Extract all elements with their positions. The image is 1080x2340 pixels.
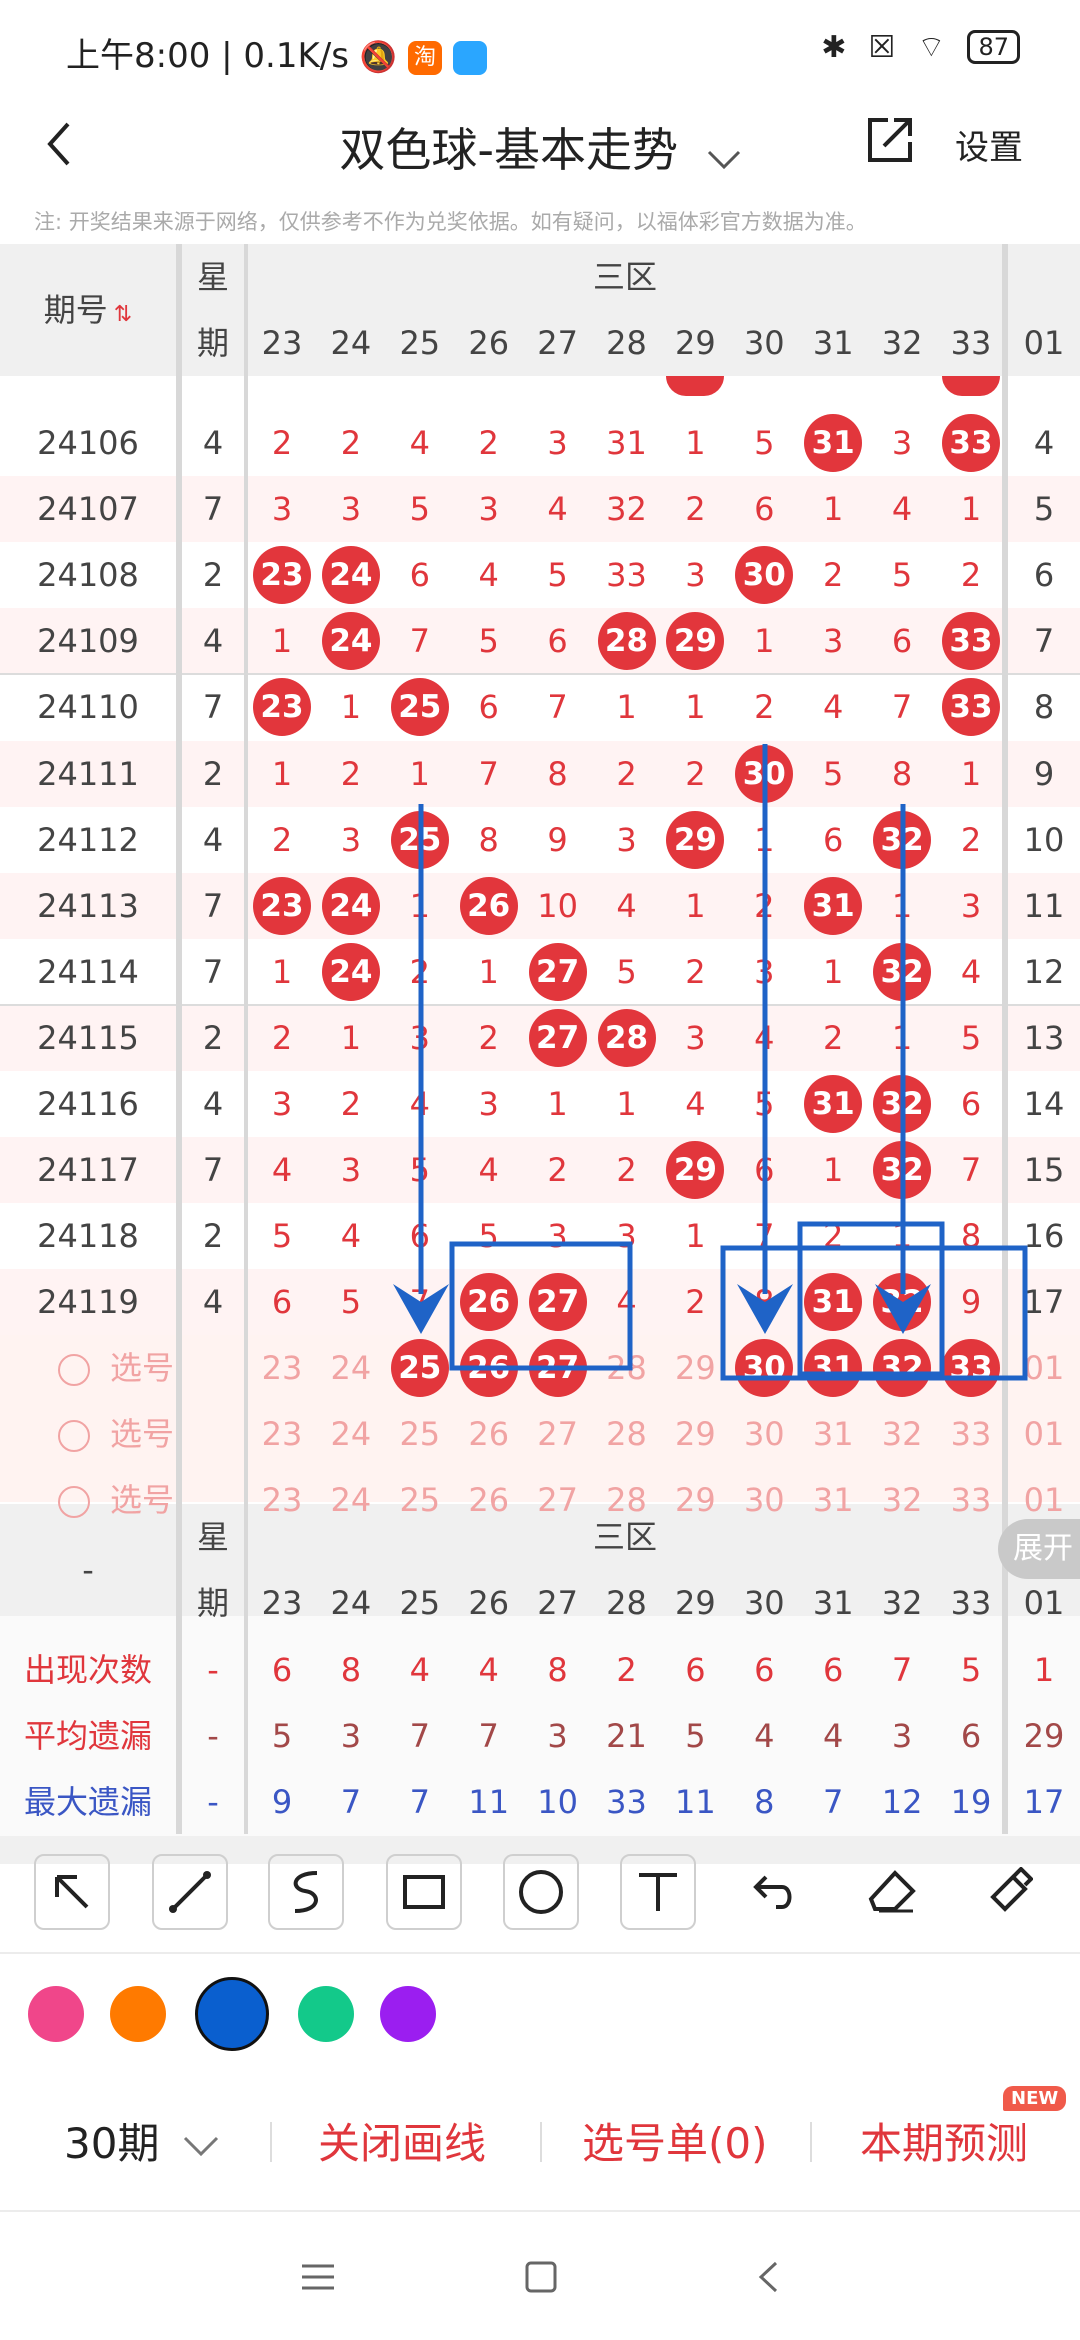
settings-button[interactable]: 设置 [955,120,1023,169]
chevron-down-icon[interactable] [707,127,741,181]
clear-brush-icon[interactable] [970,1854,1046,1930]
drawing-overlay [393,744,1028,1381]
system-nav-bar [0,2212,1080,2340]
close-draw-button[interactable]: 关闭画线 [318,2110,486,2171]
chevron-down-icon [183,2119,219,2168]
home-icon[interactable] [524,2260,558,2298]
status-time: 上午8:00 | 0.1K/s 🔕 淘 [66,28,487,77]
color-swatch[interactable] [110,1986,166,2042]
color-swatch[interactable] [298,1986,354,2042]
back-nav-icon[interactable] [756,2260,780,2298]
battery-icon: 87 [967,30,1020,64]
status-right: ✱ ☒ ⌔ 87 [821,28,1020,66]
status-bar: 上午8:00 | 0.1K/s 🔕 淘 ✱ ☒ ⌔ 87 [0,0,1080,96]
bluetooth-icon: ✱ [821,29,847,65]
arrow-tool-icon[interactable] [34,1854,110,1930]
taobao-app-icon: 淘 [407,40,442,75]
circle-tool-icon[interactable] [503,1854,579,1930]
color-swatch[interactable] [195,1977,269,2051]
mute-icon: 🔕 [359,40,398,75]
sim-icon: ☒ [868,29,896,65]
color-swatch[interactable] [380,1986,436,2042]
color-swatch[interactable] [28,1986,84,2042]
app-notification-icon [452,40,487,75]
disclaimer-note: 注: 开奖结果来源于网络，仅供参考不作为兑奖依据。如有疑问，以福体彩官方数据为准… [34,210,867,234]
eraser-icon[interactable] [854,1854,930,1930]
trend-table: 期号 ⇅ 星期三区 23 24 25 26 27 28 29 30 31 32 33 01 24106 4 2 2… [0,244,1080,1864]
wifi-icon: ⌔ [917,30,946,65]
predict-button[interactable]: 本期预测 [860,2110,1028,2171]
rectangle-tool-icon[interactable] [386,1854,462,1930]
text-tool-icon[interactable] [620,1854,696,1930]
period-select[interactable]: 30期 [64,2110,219,2171]
new-badge: NEW [1003,2086,1067,2111]
share-icon[interactable] [862,112,918,172]
pick-list-button[interactable]: 选号单(0) [582,2110,768,2171]
page-title[interactable]: 双色球-基本走势 [0,114,1080,181]
undo-icon[interactable] [737,1854,813,1930]
app-header: 双色球-基本走势 设置 [0,96,1080,206]
line-tool-icon[interactable] [152,1854,228,1930]
curve-tool-icon[interactable] [268,1854,344,1930]
menu-icon[interactable] [300,2262,336,2296]
